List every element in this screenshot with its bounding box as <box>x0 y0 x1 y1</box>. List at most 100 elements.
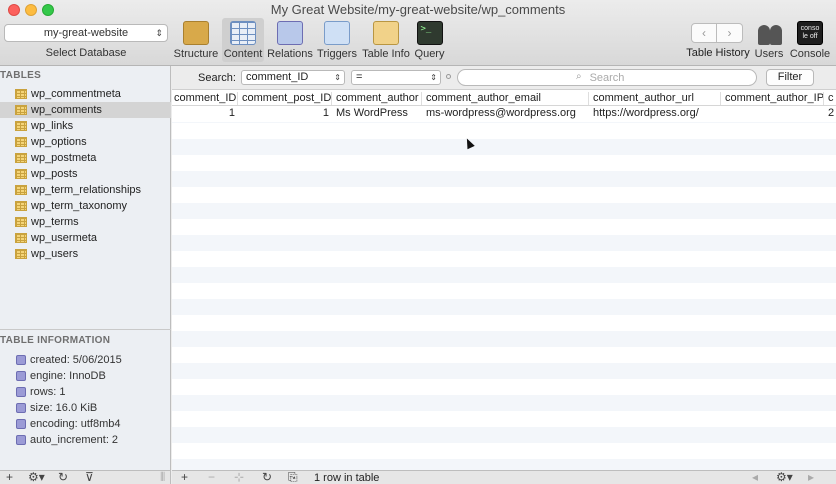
table-cell[interactable]: 1 <box>242 107 332 121</box>
info-icon <box>16 387 26 397</box>
table-info-item: encoding: utf8mb4 <box>0 416 171 432</box>
table-cell[interactable]: 1 <box>174 107 238 121</box>
structure-tab-button[interactable]: Structure <box>173 18 219 62</box>
relations-label: Relations <box>267 48 313 60</box>
table-label: wp_users <box>31 248 79 260</box>
sidebar-table-item[interactable]: wp_term_relationships <box>0 182 171 198</box>
table-info-tab-button[interactable]: Table Info <box>361 18 411 62</box>
sidebar-table-item[interactable]: wp_usermeta <box>0 230 171 246</box>
table-info-text: auto_increment: 2 <box>30 434 119 446</box>
query-tab-button[interactable]: Query <box>413 18 446 62</box>
chevron-updown-icon: ⇕ <box>430 73 437 82</box>
column-header[interactable]: comment_author_url <box>591 92 721 105</box>
sidebar-table-item[interactable]: wp_users <box>0 246 171 262</box>
next-page-icon[interactable]: ▸ <box>808 471 814 484</box>
triggers-tab-button[interactable]: Triggers <box>316 18 358 62</box>
search-operator-value: = <box>356 71 363 83</box>
table-cell[interactable] <box>725 107 824 121</box>
table-icon <box>15 105 27 115</box>
table-label: wp_usermeta <box>31 232 98 244</box>
column-header[interactable]: comment_ID <box>172 92 238 105</box>
table-icon <box>15 249 27 259</box>
sidebar-divider <box>0 329 171 330</box>
users-button[interactable]: Users <box>753 18 785 62</box>
table-row[interactable]: 1 1 Ms WordPress ms-wordpress@wordpress.org… <box>172 106 836 122</box>
table-info-text: created: 5/06/2015 <box>30 354 122 366</box>
table-icon <box>15 137 27 147</box>
search-input[interactable] <box>458 70 756 85</box>
search-operator-select[interactable]: = ⇕ <box>351 70 441 85</box>
operator-options-icon[interactable] <box>446 74 451 79</box>
filter-tables-icon[interactable]: ⊽ <box>85 471 94 484</box>
column-header[interactable]: comment_post_ID <box>240 92 332 105</box>
refresh-icon[interactable]: ↻ <box>58 471 68 484</box>
sidebar-table-item[interactable]: wp_postmeta <box>0 150 171 166</box>
table-info-item: engine: InnoDB <box>0 368 171 384</box>
table-info-text: encoding: utf8mb4 <box>30 418 121 430</box>
table-info-item: rows: 1 <box>0 384 171 400</box>
filter-button[interactable]: Filter <box>766 69 814 86</box>
sidebar-table-item[interactable]: wp_terms <box>0 214 171 230</box>
add-row-icon[interactable]: + <box>181 471 188 484</box>
column-header[interactable]: comment_author <box>334 92 422 105</box>
window-toolbar: My Great Website/my-great-website/wp_com… <box>0 0 836 66</box>
table-label: wp_terms <box>31 216 79 228</box>
history-forward-button[interactable]: › <box>717 23 743 43</box>
gear-icon[interactable]: ⚙▾ <box>776 471 793 484</box>
table-cell[interactable]: Ms WordPress <box>336 107 422 121</box>
structure-label: Structure <box>173 48 219 60</box>
previous-page-icon[interactable]: ◂ <box>752 471 758 484</box>
chevron-left-icon: ‹ <box>702 26 706 40</box>
sidebar-table-item[interactable]: wp_posts <box>0 166 171 182</box>
table-cell[interactable]: ms-wordpress@wordpress.org <box>426 107 589 121</box>
table-icon <box>15 233 27 243</box>
tables-list: wp_commentmeta wp_comments wp_links wp_opti… <box>0 86 171 262</box>
table-info-item: created: 5/06/2015 <box>0 352 171 368</box>
console-button[interactable]: conso le off Console <box>789 18 831 62</box>
column-header[interactable]: c <box>826 92 836 105</box>
column-header[interactable]: comment_author_email <box>424 92 589 105</box>
table-icon <box>15 153 27 163</box>
chevron-right-icon: › <box>727 26 732 40</box>
search-field-value: comment_ID <box>246 71 309 83</box>
table-cell[interactable]: 2 <box>828 107 836 121</box>
remove-row-icon[interactable]: − <box>208 471 215 484</box>
gear-icon[interactable]: ⚙▾ <box>28 471 45 484</box>
table-information-list: created: 5/06/2015 engine: InnoDB rows: 1 s… <box>0 352 171 448</box>
add-table-icon[interactable]: + <box>6 471 13 484</box>
sidebar-bottom-bar: + ⚙▾ ↻ ⊽ ⦀ <box>0 470 171 484</box>
tables-header: TABLES <box>0 70 42 81</box>
database-select[interactable]: my-great-website ⇕ <box>4 24 168 42</box>
content-tab-button[interactable]: Content <box>222 18 264 62</box>
sidebar-table-item[interactable]: wp_options <box>0 134 171 150</box>
table-label: wp_term_taxonomy <box>31 200 127 212</box>
table-cell[interactable]: https://wordpress.org/ <box>593 107 721 121</box>
relations-tab-button[interactable]: Relations <box>266 18 314 62</box>
sidebar-table-item[interactable]: wp_commentmeta <box>0 86 171 102</box>
table-icon <box>15 121 27 131</box>
sidebar-table-item[interactable]: wp_links <box>0 118 171 134</box>
export-icon[interactable]: ⎘ <box>288 471 298 484</box>
table-info-label: Table Info <box>362 48 410 60</box>
content-bottom-bar: + − ⊹ ↻ ⎘ 1 row in table ◂ ⚙▾ ▸ <box>172 470 836 484</box>
search-field-select[interactable]: comment_ID ⇕ <box>241 70 345 85</box>
content-grid[interactable]: comment_ID comment_post_ID comment_author c… <box>172 91 836 470</box>
users-label: Users <box>754 48 784 60</box>
duplicate-row-icon[interactable]: ⊹ <box>234 471 244 484</box>
history-back-button[interactable]: ‹ <box>691 23 717 43</box>
resize-handle-icon[interactable]: ⦀ <box>160 471 165 484</box>
info-icon <box>16 371 26 381</box>
column-header[interactable]: comment_author_IP <box>723 92 824 105</box>
info-icon <box>16 435 26 445</box>
chevron-updown-icon: ⇕ <box>155 28 163 38</box>
relations-icon <box>277 21 303 45</box>
table-info-text: engine: InnoDB <box>30 370 106 382</box>
refresh-icon[interactable]: ↻ <box>262 471 272 484</box>
table-label: wp_posts <box>31 168 78 180</box>
table-label: wp_term_relationships <box>31 184 142 196</box>
table-label: wp_commentmeta <box>31 88 121 100</box>
sidebar-table-item[interactable]: wp_term_taxonomy <box>0 198 171 214</box>
table-history-label: Table History <box>686 47 750 59</box>
sidebar-table-item[interactable]: wp_comments <box>0 102 171 118</box>
search-input-container[interactable]: ⌕ <box>457 69 757 86</box>
